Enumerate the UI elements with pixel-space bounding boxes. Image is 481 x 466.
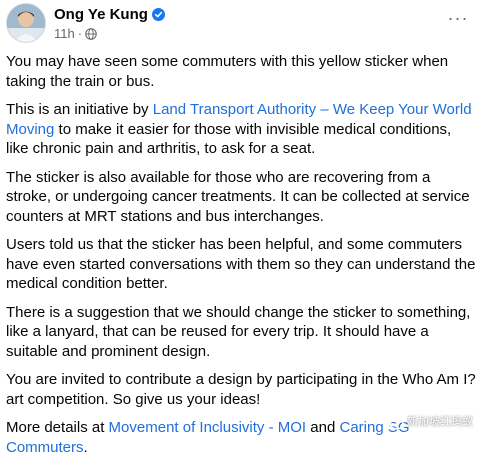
post-meta: 11h · <box>54 26 97 41</box>
author-name[interactable]: Ong Ye Kung <box>54 6 148 23</box>
more-options-button[interactable]: ··· <box>443 5 473 31</box>
globe-icon[interactable] <box>85 27 97 40</box>
post-header: Ong Ye Kung 11h · ··· <box>0 0 481 44</box>
post-paragraph: There is a suggestion that we should cha… <box>6 303 476 362</box>
paragraph-text: . <box>83 438 88 456</box>
post-paragraph: The sticker is also available for those … <box>6 168 476 227</box>
post-timestamp[interactable]: 11h <box>54 26 75 41</box>
watermark-text: 新加坡红蚂蚁 <box>407 416 473 428</box>
post-paragraph: This is an initiative by Land Transport … <box>6 100 476 159</box>
paragraph-text: More details at <box>6 419 109 436</box>
post-paragraph: You may have seen some commuters with th… <box>6 52 476 91</box>
post-paragraph: Users told us that the sticker has been … <box>6 235 476 294</box>
paragraph-text: You may have seen some commuters with th… <box>6 53 449 90</box>
verified-badge-icon <box>151 8 165 21</box>
chat-bubble-icon <box>384 412 404 430</box>
paragraph-text: and <box>306 419 340 436</box>
paragraph-text: This is an initiative by <box>6 101 153 118</box>
watermark: 新加坡红蚂蚁 <box>383 410 473 432</box>
paragraph-text: There is a suggestion that we should cha… <box>6 303 471 360</box>
post-body: You may have seen some commuters with th… <box>6 52 476 466</box>
author-row: Ong Ye Kung <box>54 6 165 23</box>
author-avatar[interactable] <box>6 3 46 43</box>
page-link[interactable]: Movement of Inclusivity - MOI <box>109 419 307 436</box>
paragraph-text: Users told us that the sticker has been … <box>6 236 476 292</box>
paragraph-text: to make it easier for those with invisib… <box>6 120 452 158</box>
meta-separator: · <box>77 26 83 41</box>
avatar-image <box>7 4 45 42</box>
paragraph-text: The sticker is also available for those … <box>6 168 470 225</box>
post-paragraph: You are invited to contribute a design b… <box>6 370 476 409</box>
paragraph-text: You are invited to contribute a design b… <box>6 371 476 408</box>
